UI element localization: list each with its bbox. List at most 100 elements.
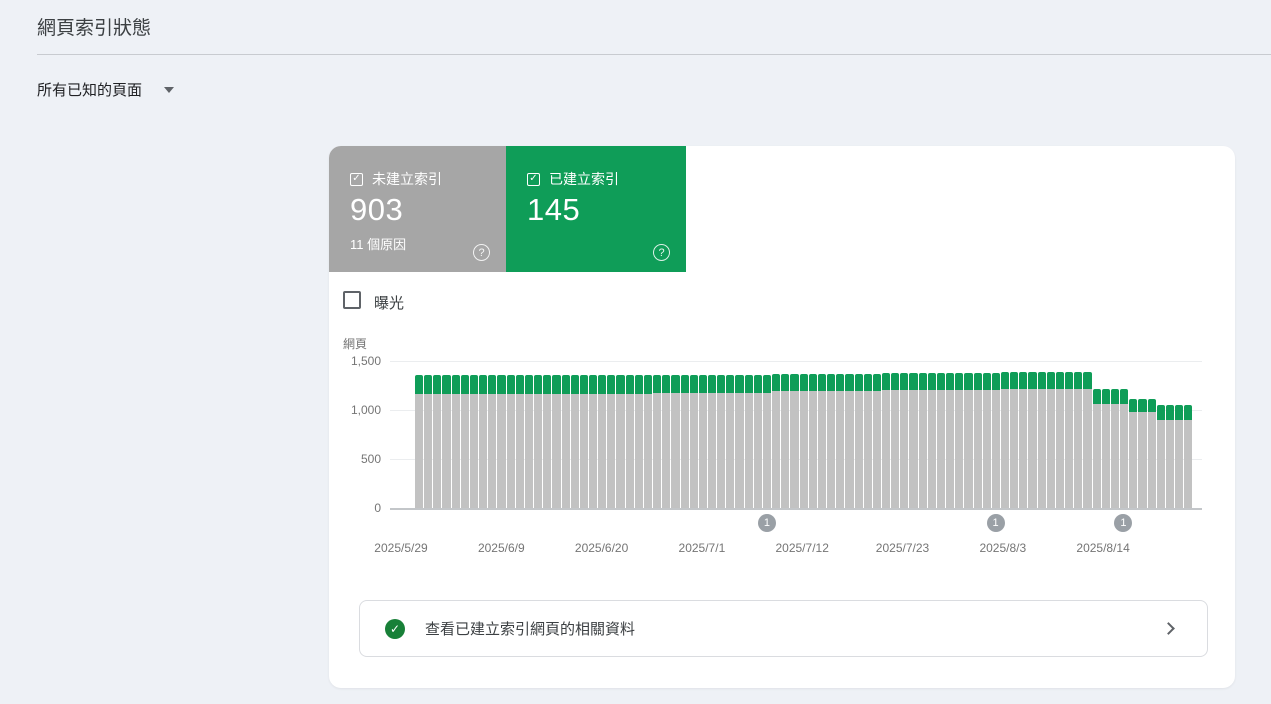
checkbox-checked-icon: ✓ — [527, 172, 540, 186]
bar — [836, 373, 845, 508]
bar — [808, 373, 817, 508]
impressions-checkbox[interactable] — [343, 291, 361, 309]
bar — [909, 372, 918, 508]
bar — [1129, 398, 1138, 508]
bar — [1037, 372, 1046, 508]
bar — [772, 373, 781, 508]
bar — [634, 375, 643, 508]
help-icon[interactable]: ? — [653, 244, 670, 261]
bar — [1019, 372, 1028, 508]
bar — [689, 374, 698, 508]
bar — [781, 373, 790, 508]
bar — [698, 374, 707, 508]
x-tick-label: 2025/7/12 — [775, 541, 829, 555]
bar — [506, 375, 515, 508]
bar — [955, 372, 964, 508]
not-indexed-label: 未建立索引 — [372, 171, 442, 187]
bar — [827, 373, 836, 508]
bar — [671, 374, 680, 508]
y-tick-label: 0 — [374, 501, 381, 515]
page-filter-label: 所有已知的頁面 — [37, 82, 143, 99]
bar — [1156, 405, 1165, 508]
x-axis-line — [390, 508, 1202, 510]
x-tick-label: 2025/6/20 — [574, 541, 629, 555]
bar — [708, 374, 717, 508]
bar — [433, 375, 442, 508]
header-divider — [37, 54, 1271, 55]
bar — [653, 374, 662, 508]
indexed-count: 145 — [527, 192, 581, 227]
not-indexed-reasons: 11 個原因 — [350, 237, 407, 252]
bar — [845, 373, 854, 508]
bar — [1165, 405, 1174, 508]
y-tick-label: 500 — [360, 452, 381, 466]
bar — [1138, 398, 1147, 508]
bar — [872, 373, 881, 508]
chart-y-axis-title: 網頁 — [343, 337, 368, 351]
chevron-down-icon — [164, 86, 175, 93]
bar — [946, 372, 955, 508]
bar — [1010, 372, 1019, 508]
indexed-toggle-tile[interactable]: ✓ 已建立索引 145 ? — [506, 146, 686, 272]
bar — [488, 375, 497, 508]
x-tick-label: 2025/7/23 — [875, 541, 930, 555]
bar — [515, 375, 524, 508]
bar — [744, 374, 753, 508]
bar — [918, 372, 927, 508]
bar — [579, 375, 588, 508]
impressions-label[interactable]: 曝光 — [374, 292, 404, 313]
annotation-badge[interactable]: 1 — [1114, 514, 1133, 532]
bar — [881, 372, 891, 508]
bar — [469, 375, 479, 508]
annotation-badge[interactable]: 1 — [757, 514, 776, 532]
bar — [662, 374, 671, 508]
bar — [479, 375, 488, 508]
bar — [552, 375, 561, 508]
bar — [726, 374, 735, 508]
bar — [817, 373, 827, 508]
bar — [680, 374, 689, 508]
view-indexed-data-label: 查看已建立索引網頁的相關資料 — [425, 621, 636, 638]
bar — [790, 373, 799, 508]
bar — [973, 372, 982, 508]
bar — [1101, 389, 1110, 508]
not-indexed-toggle-tile[interactable]: ✓ 未建立索引 903 11 個原因 ? — [329, 146, 506, 272]
bar — [1184, 405, 1193, 508]
bar — [1147, 398, 1156, 508]
bar — [1174, 405, 1184, 508]
bar — [643, 375, 653, 508]
bar — [991, 372, 1000, 508]
bar — [717, 374, 726, 508]
index-status-card: ✓ 未建立索引 903 11 個原因 ? ✓ 已建立索引 145 ? 曝光 網頁… — [329, 146, 1235, 688]
bar — [497, 375, 506, 508]
x-axis-labels: 2025/5/29 2025/6/9 2025/6/20 2025/7/1 2025/7… — [329, 541, 1235, 557]
x-tick-label: 2025/7/1 — [678, 541, 726, 555]
bar — [1055, 372, 1065, 508]
bar — [799, 373, 808, 508]
bar — [588, 375, 598, 508]
page-filter-dropdown[interactable]: 所有已知的頁面 — [37, 79, 175, 100]
bar — [543, 375, 552, 508]
bar — [936, 372, 946, 508]
bar — [1074, 372, 1083, 508]
bar — [616, 375, 625, 508]
bar — [863, 373, 872, 508]
bar — [753, 374, 762, 508]
bar — [561, 375, 570, 508]
bar — [1046, 372, 1055, 508]
bar — [1092, 389, 1101, 508]
help-icon[interactable]: ? — [473, 244, 490, 261]
bar — [1120, 389, 1129, 508]
bar — [524, 375, 534, 508]
stacked-bar-chart — [415, 361, 1193, 508]
not-indexed-count: 903 — [350, 192, 404, 227]
x-tick-label: 2025/6/9 — [477, 541, 525, 555]
bar — [1028, 372, 1037, 508]
chevron-right-icon[interactable] — [1162, 622, 1175, 635]
bar — [442, 375, 451, 508]
annotation-badge[interactable]: 1 — [986, 514, 1005, 532]
view-indexed-data-link[interactable]: ✓ 查看已建立索引網頁的相關資料 — [359, 600, 1208, 657]
bar — [570, 375, 579, 508]
bar — [982, 372, 991, 508]
bar — [964, 372, 973, 508]
